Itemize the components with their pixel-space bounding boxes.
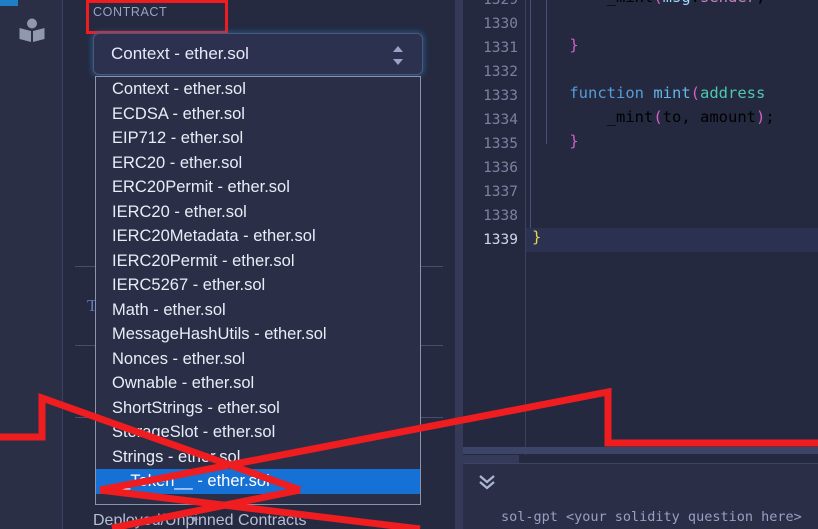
code-line[interactable] <box>526 156 818 180</box>
contract-option[interactable]: ShortStrings - ether.sol <box>96 396 420 421</box>
contract-select-value: Context - ether.sol <box>111 44 249 63</box>
contract-option[interactable]: MessageHashUtils - ether.sol <box>96 322 420 347</box>
terminal-panel[interactable]: sol-gpt <your solidity question here> <box>463 463 818 529</box>
remix-ide-window: T CONTRACT Context - ether.sol Context -… <box>0 0 818 529</box>
deployed-contracts-label: Deployed/Unpinned Contracts <box>93 512 307 529</box>
double-chevron-down-icon[interactable] <box>477 474 497 490</box>
line-number: 1336 <box>483 160 518 176</box>
contract-option[interactable]: Strings - ether.sol <box>96 445 420 470</box>
line-number-gutter: 1329 1330 1331 1332 1333 1334 1335 1336 1337 1338… <box>463 0 526 455</box>
updown-arrows-icon[interactable] <box>392 46 404 65</box>
contract-option[interactable]: ERC20Permit - ether.sol <box>96 175 420 200</box>
code-line[interactable]: _mint(to, amount); <box>526 108 818 132</box>
contract-option[interactable]: IERC5267 - ether.sol <box>96 273 420 298</box>
contract-option[interactable]: StorageSlot - ether.sol <box>96 420 420 445</box>
contract-option[interactable]: ECDSA - ether.sol <box>96 102 420 127</box>
contract-option[interactable]: IERC20 - ether.sol <box>96 200 420 225</box>
panel-splitter[interactable] <box>455 0 463 529</box>
code-editor[interactable]: 1329 1330 1331 1332 1333 1334 1335 1336 1337 1338… <box>463 0 818 455</box>
learn-eth-icon[interactable] <box>17 17 47 45</box>
line-number: 1337 <box>483 184 518 200</box>
contract-option[interactable]: Context - ether.sol <box>96 77 420 102</box>
code-line[interactable]: } <box>526 228 818 252</box>
left-icon-bar <box>0 0 63 529</box>
editor-horizontal-scrollbar[interactable] <box>463 447 818 454</box>
line-number: 1333 <box>483 88 518 104</box>
code-line[interactable]: } <box>526 132 818 156</box>
contract-dropdown-list[interactable]: Context - ether.sol ECDSA - ether.sol EIP7… <box>95 76 421 505</box>
terminal-tab[interactable] <box>463 455 519 463</box>
code-content-area[interactable]: _mint(msg.sender, } function mint(addres… <box>526 0 818 455</box>
code-line[interactable] <box>526 12 818 36</box>
code-line[interactable] <box>526 60 818 84</box>
active-tab-indicator <box>0 0 18 6</box>
contract-select[interactable]: Context - ether.sol <box>93 33 423 75</box>
line-number: 1330 <box>483 16 518 32</box>
contract-option[interactable]: __Token__ - ether.sol <box>96 469 420 494</box>
line-number: 1338 <box>483 208 518 224</box>
line-number: 1339 <box>483 232 518 248</box>
terminal-hint-text: sol-gpt <your solidity question here> <box>501 509 802 525</box>
contract-option[interactable]: Math - ether.sol <box>96 298 420 323</box>
line-number: 1329 <box>483 0 518 8</box>
code-line[interactable] <box>526 180 818 204</box>
line-number: 1334 <box>483 112 518 128</box>
contract-option[interactable]: Ownable - ether.sol <box>96 371 420 396</box>
line-number: 1332 <box>483 64 518 80</box>
terminal-bullet-icon: ▸ <box>193 513 199 525</box>
contract-option[interactable]: IERC20Permit - ether.sol <box>96 249 420 274</box>
line-number: 1335 <box>483 136 518 152</box>
code-line[interactable]: function mint(address <box>526 84 818 108</box>
annotation-box-contract <box>86 0 228 34</box>
contract-option[interactable]: IERC20Metadata - ether.sol <box>96 224 420 249</box>
line-number: 1331 <box>483 40 518 56</box>
code-line[interactable]: _mint(msg.sender, <box>526 0 818 12</box>
code-line[interactable] <box>526 204 818 228</box>
contract-option[interactable]: EIP712 - ether.sol <box>96 126 420 151</box>
contract-option[interactable]: Nonces - ether.sol <box>96 347 420 372</box>
contract-option[interactable]: ERC20 - ether.sol <box>96 151 420 176</box>
code-line[interactable]: } <box>526 36 818 60</box>
